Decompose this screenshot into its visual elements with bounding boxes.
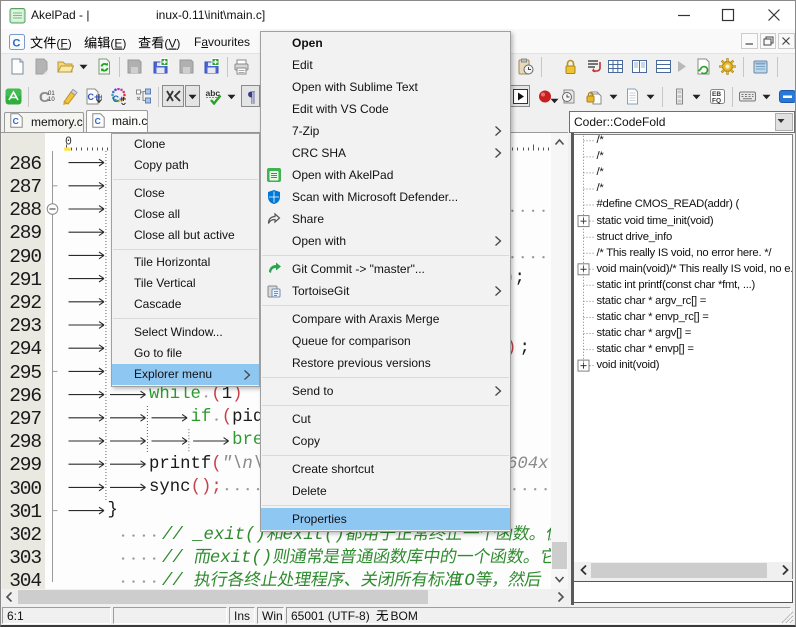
svg-text:C: C bbox=[95, 116, 101, 126]
svg-text:// _exit(): // _exit() bbox=[162, 526, 266, 545]
svg-text:BOM: BOM bbox=[391, 609, 418, 623]
svg-text:C: C bbox=[13, 38, 21, 50]
svg-text:¶: ¶ bbox=[248, 89, 256, 105]
svg-text:(E): (E) bbox=[110, 37, 126, 51]
svg-text:(V): (V) bbox=[164, 37, 180, 51]
svg-text:0: 0 bbox=[65, 136, 72, 149]
svg-text:C: C bbox=[13, 116, 19, 126]
svg-text://: // bbox=[162, 573, 183, 589]
svg-text:IO: IO bbox=[454, 573, 475, 589]
svg-text://: // bbox=[162, 549, 183, 568]
svg-text:exit(): exit() bbox=[210, 549, 272, 568]
svg-text:10: 10 bbox=[48, 97, 55, 103]
svg-text:C++: C++ bbox=[88, 92, 103, 102]
svg-text:FQ: FQ bbox=[712, 98, 721, 105]
svg-text:(F): (F) bbox=[56, 37, 71, 51]
